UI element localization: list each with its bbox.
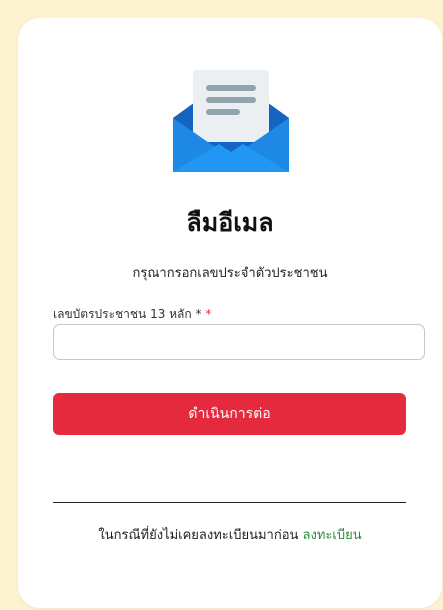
national-id-input[interactable] bbox=[53, 324, 425, 360]
register-prompt: ในกรณีที่ยังไม่เคยลงทะเบียนมาก่อน ลงทะเบ… bbox=[18, 524, 442, 545]
forgot-email-card: ลืมอีเมล กรุณากรอกเลขประจำตัวประชาชน เลข… bbox=[18, 18, 442, 608]
page-title: ลืมอีเมล bbox=[186, 208, 274, 237]
open-envelope-icon bbox=[173, 70, 289, 172]
page-subtitle: กรุณากรอกเลขประจำตัวประชาชน bbox=[132, 266, 328, 281]
register-link[interactable]: ลงทะเบียน bbox=[303, 528, 362, 543]
required-mark: * bbox=[205, 307, 212, 321]
id-field-label: เลขบัตรประชาชน 13 หลัก * * bbox=[53, 305, 211, 324]
continue-button[interactable]: ดำเนินการต่อ bbox=[53, 393, 406, 435]
divider bbox=[53, 502, 406, 503]
register-prompt-text: ในกรณีที่ยังไม่เคยลงทะเบียนมาก่อน bbox=[98, 528, 299, 543]
id-field-label-text: เลขบัตรประชาชน 13 หลัก * bbox=[53, 307, 202, 321]
